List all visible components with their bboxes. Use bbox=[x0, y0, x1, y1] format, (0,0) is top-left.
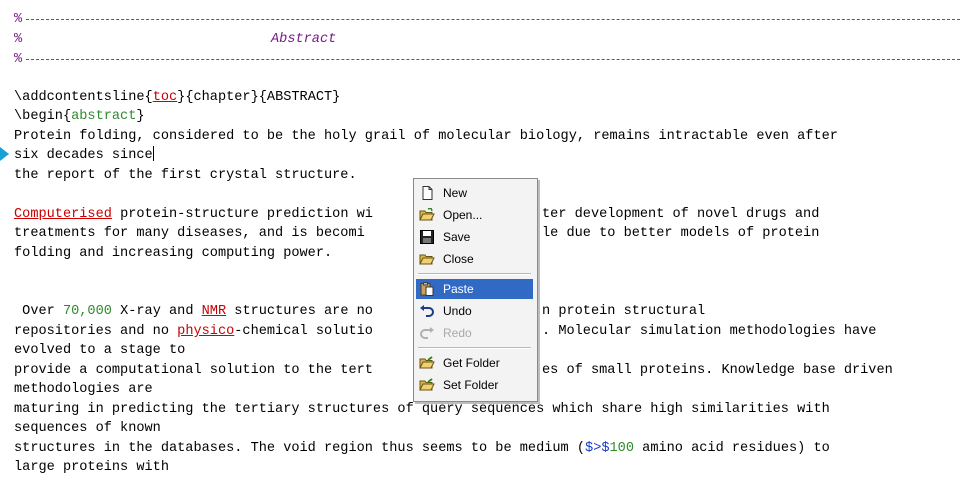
text-line: large proteins with bbox=[14, 460, 169, 475]
open-folder-icon bbox=[419, 208, 435, 221]
text-caret bbox=[152, 146, 154, 161]
context-menu: New Open... Save Close Paste Undo Redo G… bbox=[413, 178, 538, 402]
new-file-icon bbox=[422, 186, 433, 200]
undo-arrow-icon bbox=[420, 305, 434, 317]
text-line: Over 70,000 X-ray and NMR structures are… bbox=[14, 304, 373, 319]
menu-item-get-folder[interactable]: Get Folder bbox=[416, 353, 533, 373]
menu-item-close[interactable]: Close bbox=[416, 249, 533, 269]
text-line: repositories and no physico-chemical sol… bbox=[14, 324, 373, 339]
text-line-tail: le due to better models of protein bbox=[542, 226, 820, 241]
menu-item-undo[interactable]: Undo bbox=[416, 301, 533, 321]
text-line: evolved to a stage to bbox=[14, 343, 186, 358]
section-title-comment: Abstract bbox=[271, 32, 337, 47]
comment-dashes bbox=[26, 59, 960, 60]
text-line: sequences of known bbox=[14, 421, 161, 436]
text-line: the report of the first crystal structur… bbox=[14, 168, 357, 183]
comment-percent: % bbox=[14, 12, 23, 27]
code-line: \addcontentsline{toc}{chapter}{ABSTRACT} bbox=[14, 90, 341, 105]
menu-item-open[interactable]: Open... bbox=[416, 205, 533, 225]
text-line-tail: n protein structural bbox=[542, 304, 706, 319]
text-line: maturing in predicting the tertiary stru… bbox=[14, 402, 830, 417]
menu-item-save[interactable]: Save bbox=[416, 227, 533, 247]
text-line-tail: es of small proteins. Knowledge base dri… bbox=[542, 363, 893, 378]
comment-percent: % bbox=[14, 52, 23, 67]
text-line: six decades since bbox=[14, 146, 154, 163]
menu-item-set-folder[interactable]: Set Folder bbox=[416, 375, 533, 395]
text-line: folding and increasing computing power. bbox=[14, 246, 333, 261]
text-line: Computerised protein-structure predictio… bbox=[14, 207, 373, 222]
set-folder-icon bbox=[419, 378, 435, 391]
text-line: treatments for many diseases, and is bec… bbox=[14, 226, 365, 241]
menu-separator bbox=[418, 347, 531, 349]
menu-item-redo: Redo bbox=[416, 323, 533, 343]
text-line: structures in the databases. The void re… bbox=[14, 441, 830, 456]
save-disk-icon bbox=[420, 230, 434, 244]
text-line: provide a computational solution to the … bbox=[14, 363, 373, 378]
menu-separator bbox=[418, 273, 531, 275]
text-line-tail: . Molecular simulation methodologies hav… bbox=[542, 324, 877, 339]
redo-arrow-icon bbox=[420, 327, 434, 339]
comment-percent: % bbox=[14, 32, 23, 47]
text-line: Protein folding, considered to be the ho… bbox=[14, 129, 838, 144]
text-line-tail: ter development of novel drugs and bbox=[542, 207, 820, 222]
editor-gutter[interactable] bbox=[0, 0, 10, 480]
menu-item-paste[interactable]: Paste bbox=[416, 279, 533, 299]
close-folder-icon bbox=[419, 254, 435, 265]
code-line: \begin{abstract} bbox=[14, 109, 145, 124]
comment-dashes bbox=[26, 19, 960, 20]
current-line-marker-icon bbox=[0, 147, 9, 161]
get-folder-icon bbox=[419, 356, 435, 369]
text-line: methodologies are bbox=[14, 382, 153, 397]
menu-item-new[interactable]: New bbox=[416, 183, 533, 203]
paste-clipboard-icon bbox=[420, 282, 434, 296]
